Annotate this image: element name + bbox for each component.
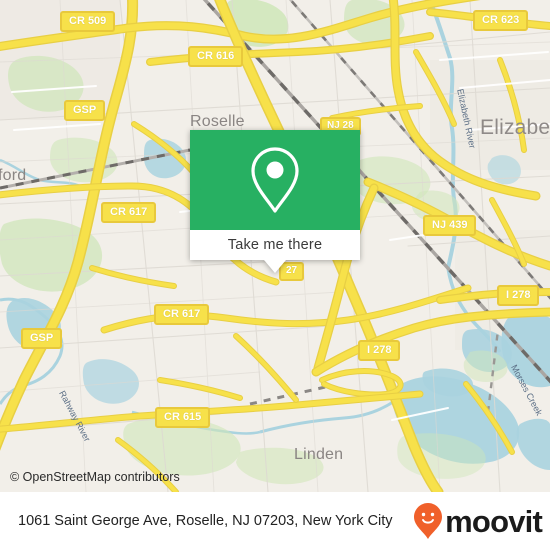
map-pin-icon bbox=[251, 147, 299, 213]
take-me-there-button[interactable]: Take me there bbox=[190, 230, 360, 260]
moovit-map-screen: .w { fill:#aad3df; } .wl { stroke:#aad3d… bbox=[0, 0, 550, 550]
map-canvas[interactable]: .w { fill:#aad3df; } .wl { stroke:#aad3d… bbox=[0, 0, 550, 492]
road-shield-i-278-east[interactable]: I 278 bbox=[497, 285, 540, 306]
road-shield-gsp-north[interactable]: GSP bbox=[64, 100, 106, 121]
location-popup-card[interactable]: Take me there bbox=[190, 130, 360, 273]
popup-header bbox=[190, 130, 360, 230]
osm-attribution[interactable]: © OpenStreetMap contributors bbox=[10, 470, 180, 484]
address-text: 1061 Saint George Ave, Roselle, NJ 07203… bbox=[18, 513, 393, 529]
road-shield-nj-439[interactable]: NJ 439 bbox=[423, 215, 477, 236]
footer-bar: 1061 Saint George Ave, Roselle, NJ 07203… bbox=[0, 492, 550, 550]
moovit-logo[interactable]: moovit bbox=[413, 502, 543, 540]
road-shield-cr-615[interactable]: CR 615 bbox=[155, 407, 211, 428]
road-shield-cr-617-north[interactable]: CR 617 bbox=[101, 202, 157, 223]
road-shield-i-278-west[interactable]: I 278 bbox=[358, 340, 401, 361]
road-shield-cr-509[interactable]: CR 509 bbox=[60, 11, 116, 32]
road-shield-gsp-south[interactable]: GSP bbox=[21, 328, 63, 349]
moovit-wordmark: moovit bbox=[445, 503, 543, 539]
moovit-pin-smiley-icon bbox=[414, 503, 443, 539]
road-shield-cr-617-south[interactable]: CR 617 bbox=[154, 304, 210, 325]
road-shield-cr-623[interactable]: CR 623 bbox=[473, 10, 529, 31]
take-me-there-label: Take me there bbox=[227, 237, 323, 253]
popup-pointer-tail bbox=[264, 260, 286, 273]
road-shield-cr-616[interactable]: CR 616 bbox=[188, 46, 244, 67]
